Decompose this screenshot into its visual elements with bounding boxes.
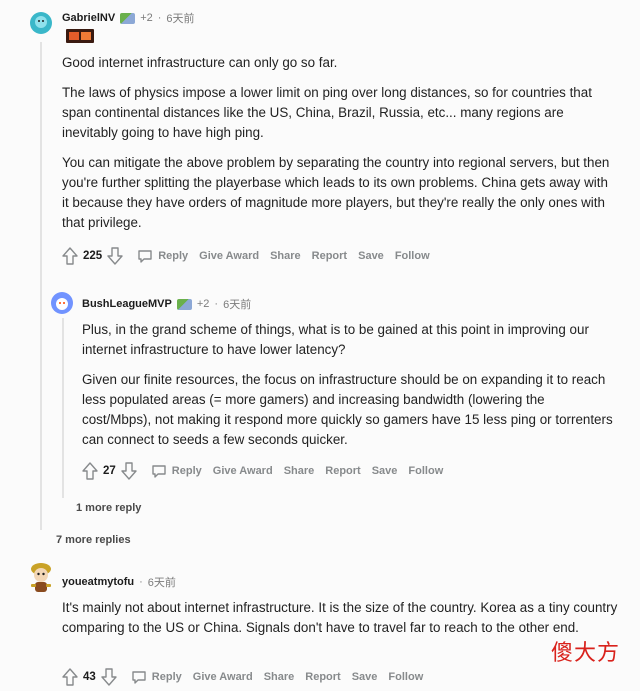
downvote-icon[interactable] xyxy=(101,668,117,686)
more-replies-link[interactable]: 7 more replies xyxy=(56,534,131,546)
timestamp[interactable]: 6天前 xyxy=(223,296,251,312)
reply-button[interactable]: Reply xyxy=(131,670,182,684)
downvote-icon[interactable] xyxy=(121,462,137,480)
more-reply-link[interactable]: 1 more reply xyxy=(76,502,141,514)
follow-button[interactable]: Follow xyxy=(408,465,443,477)
reply-icon xyxy=(151,464,167,478)
thread-line[interactable] xyxy=(40,42,42,530)
follow-button[interactable]: Follow xyxy=(395,250,430,262)
avatar[interactable] xyxy=(27,561,55,595)
follow-button[interactable]: Follow xyxy=(388,671,423,683)
flair-icon xyxy=(120,12,136,24)
comment-paragraph: Plus, in the grand scheme of things, wha… xyxy=(82,322,589,357)
username[interactable]: BushLeagueMVP xyxy=(82,298,172,310)
separator-dot: · xyxy=(214,298,219,310)
comment-actions: 43 Reply Give Award Share Report Save Fo… xyxy=(62,668,423,686)
comment-paragraph: It's mainly not about internet infrastru… xyxy=(62,600,618,635)
save-button[interactable]: Save xyxy=(358,250,384,262)
comment-paragraph: Good internet infrastructure can only go… xyxy=(62,55,338,70)
separator-dot: · xyxy=(157,12,162,24)
comment-actions: 27 Reply Give Award Share Report Save Fo… xyxy=(82,462,443,480)
reply-button[interactable]: Reply xyxy=(137,249,188,263)
avatar-snoo-icon xyxy=(31,563,51,592)
watermark-text: 傻大方 xyxy=(550,641,620,666)
save-button[interactable]: Save xyxy=(372,465,398,477)
share-button[interactable]: Share xyxy=(264,671,295,683)
avatar-face-icon xyxy=(35,16,47,28)
give-award-button[interactable]: Give Award xyxy=(193,671,253,683)
avatar[interactable] xyxy=(51,292,73,314)
vote-score: 27 xyxy=(103,465,116,477)
timestamp[interactable]: 6天前 xyxy=(166,10,194,26)
timestamp[interactable]: 6天前 xyxy=(148,574,176,590)
vote-score: 43 xyxy=(83,671,96,683)
upvote-icon[interactable] xyxy=(62,668,78,686)
avatar-face-icon xyxy=(56,298,68,310)
avatar[interactable] xyxy=(30,12,52,34)
username[interactable]: youeatmytofu xyxy=(62,576,134,588)
comment-body: Plus, in the grand scheme of things, wha… xyxy=(82,320,617,450)
reply-icon xyxy=(131,670,147,684)
report-button[interactable]: Report xyxy=(312,250,347,262)
vote-score: 225 xyxy=(83,250,103,262)
comment-paragraph: You can mitigate the above problem by se… xyxy=(62,155,610,230)
comment-paragraph: The laws of physics impose a lower limit… xyxy=(62,85,592,140)
share-button[interactable]: Share xyxy=(270,250,301,262)
comment-body: It's mainly not about internet infrastru… xyxy=(62,598,622,638)
comment-header: youeatmytofu · 6天前 xyxy=(62,574,176,590)
comment-header: BushLeagueMVP +2 · 6天前 xyxy=(82,296,251,312)
give-award-button[interactable]: Give Award xyxy=(213,465,273,477)
comment-header: GabrielNV +2 · 6天前 xyxy=(62,10,195,26)
username[interactable]: GabrielNV xyxy=(62,12,115,24)
flair-count: +2 xyxy=(140,12,153,24)
award-icon[interactable] xyxy=(66,29,94,43)
report-button[interactable]: Report xyxy=(305,671,340,683)
flair-icon xyxy=(176,298,192,310)
reply-label: Reply xyxy=(171,465,202,477)
reply-button[interactable]: Reply xyxy=(151,464,202,478)
comment-actions: 225 Reply Give Award Share Report Save F… xyxy=(62,247,430,265)
upvote-icon[interactable] xyxy=(82,462,98,480)
separator-dot: · xyxy=(139,576,143,588)
save-button[interactable]: Save xyxy=(352,671,378,683)
flair-count: +2 xyxy=(196,298,210,310)
reply-label: Reply xyxy=(158,250,189,262)
reply-label: Reply xyxy=(151,671,182,683)
upvote-icon[interactable] xyxy=(62,247,78,265)
comment-paragraph: Given our finite resources, the focus on… xyxy=(82,372,613,447)
comment-body: Good internet infrastructure can only go… xyxy=(62,53,617,233)
report-button[interactable]: Report xyxy=(325,465,360,477)
share-button[interactable]: Share xyxy=(284,465,315,477)
reply-icon xyxy=(137,249,153,263)
thread-line[interactable] xyxy=(62,318,64,498)
downvote-icon[interactable] xyxy=(107,247,123,265)
give-award-button[interactable]: Give Award xyxy=(199,250,259,262)
